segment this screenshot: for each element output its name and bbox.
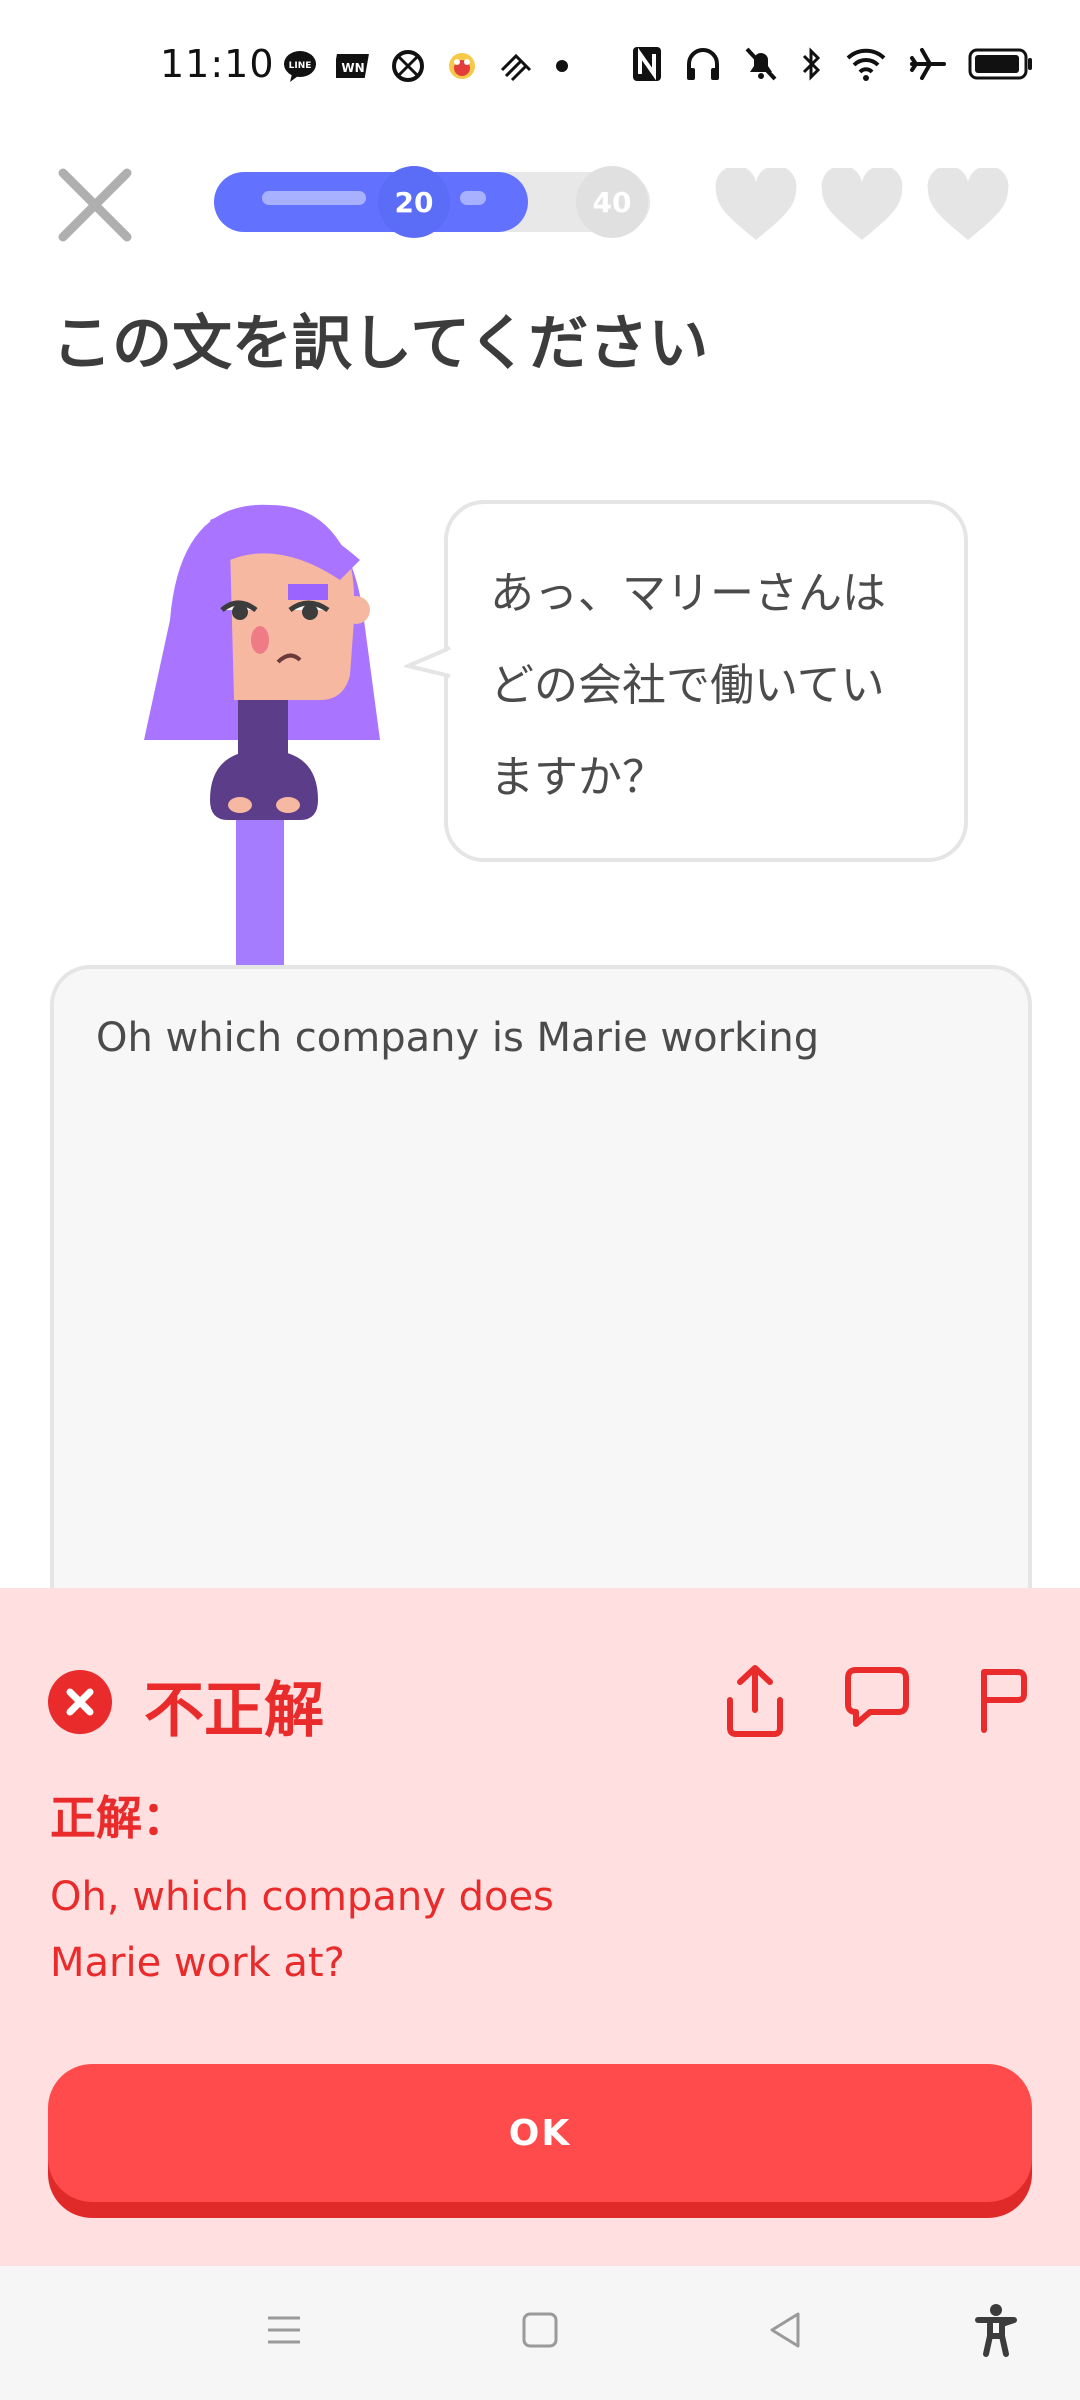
bluetooth-icon (800, 44, 824, 88)
share-button[interactable] (720, 1660, 790, 1740)
page-title: この文を訳してください (52, 309, 709, 379)
heart-icon (821, 168, 903, 240)
app-icon (390, 48, 426, 88)
headphones-icon (684, 44, 722, 88)
heart-icon (715, 168, 797, 240)
correct-answer-label: 正解： (50, 1791, 188, 1845)
correct-answer-line: Oh, which company does (50, 1874, 554, 1920)
status-time: 11:10 (160, 42, 275, 86)
mute-icon (742, 44, 780, 88)
correct-answer: Oh, which company does Marie work at? (50, 1864, 750, 1996)
comment-button[interactable] (840, 1660, 914, 1740)
mascot-icon (444, 48, 480, 88)
close-icon (58, 168, 132, 242)
speech-line: あっ、マリーさんは (490, 568, 886, 619)
incorrect-icon (48, 1670, 112, 1734)
answer-text: Oh which company is Marie working (96, 1015, 820, 1061)
dot-icon (552, 48, 572, 88)
home-button[interactable] (510, 2300, 570, 2360)
speech-bubble-tail (404, 646, 454, 678)
progress-highlight-small (460, 191, 486, 205)
progress-highlight (262, 191, 366, 205)
feedback-title: 不正解 (144, 1676, 324, 1746)
wn-icon: WN (332, 48, 372, 88)
svg-text:LINE: LINE (289, 61, 312, 71)
wifi-icon (844, 44, 888, 88)
accessibility-icon (975, 2304, 1017, 2357)
status-system-icons (630, 44, 1034, 88)
line-icon: LINE (282, 48, 318, 88)
milestone-20: 20 (378, 166, 450, 238)
back-icon (770, 2312, 800, 2348)
battery-icon (968, 46, 1034, 86)
share-icon (727, 1665, 783, 1737)
back-button[interactable] (756, 2300, 816, 2360)
status-app-icons: LINE WN (282, 46, 572, 90)
svg-text:WN: WN (341, 61, 364, 75)
accessibility-button[interactable] (966, 2300, 1026, 2360)
heart-icon (927, 168, 1009, 240)
answer-textarea[interactable] (50, 965, 1032, 1665)
ok-button[interactable]: OK (48, 2064, 1032, 2202)
app-icon-2 (498, 48, 534, 88)
airplane-icon (908, 44, 948, 88)
report-button[interactable] (962, 1660, 1032, 1740)
speech-text[interactable]: あっ、マリーさんは どの会社で働いてい ますか？ (490, 548, 930, 824)
flag-icon (981, 1669, 1027, 1733)
correct-answer-line: Marie work at? (50, 1940, 345, 1986)
speech-line: どの会社で働いてい (490, 660, 885, 711)
menu-button[interactable] (254, 2300, 314, 2360)
nfc-icon (630, 44, 664, 88)
speech-line: ますか？ (490, 752, 666, 803)
menu-icon (268, 2316, 300, 2344)
close-button[interactable] (55, 165, 135, 245)
comment-icon (845, 1667, 909, 1727)
home-icon (522, 2312, 558, 2348)
character-illustration (144, 504, 380, 970)
milestone-40: 40 (576, 166, 648, 238)
